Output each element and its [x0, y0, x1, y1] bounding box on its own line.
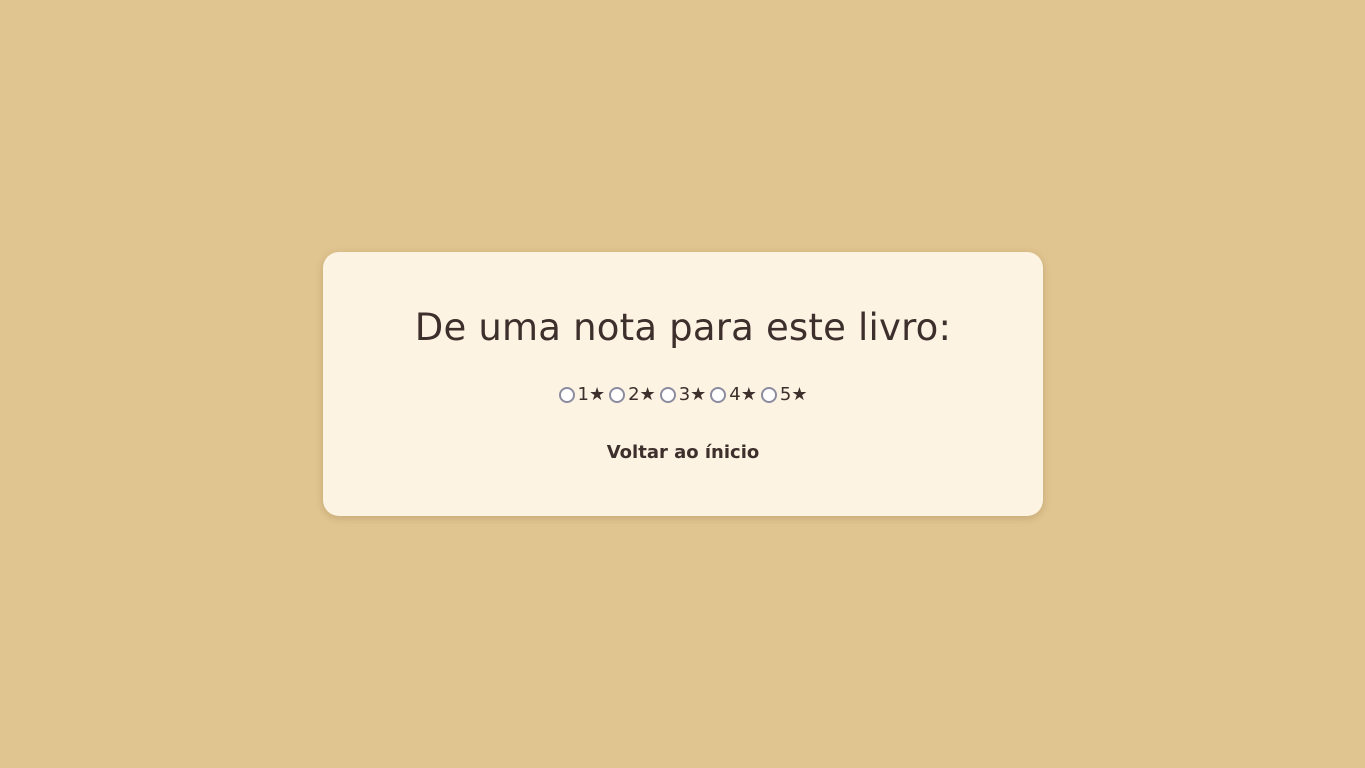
- rating-options: 1★ 2★ 3★ 4★ 5★: [323, 383, 1043, 407]
- rating-label-3: 3★: [678, 384, 707, 405]
- rating-option-2[interactable]: 2★: [609, 383, 656, 407]
- rating-radio-4[interactable]: [710, 387, 727, 403]
- rating-label-2: 2★: [628, 384, 656, 405]
- rating-option-4[interactable]: 4★: [710, 383, 757, 407]
- rating-option-5[interactable]: 5★: [760, 383, 808, 407]
- rating-option-1[interactable]: 1★: [558, 383, 606, 407]
- rating-radio-3[interactable]: [659, 387, 676, 403]
- page-title: De uma nota para este livro:: [414, 306, 952, 349]
- rating-option-3[interactable]: 3★: [659, 383, 707, 407]
- page-background: De uma nota para este livro: 1★ 2★ 3★ 4★…: [0, 0, 1365, 768]
- rating-label-4: 4★: [729, 384, 757, 405]
- rating-radio-5[interactable]: [760, 387, 777, 403]
- rating-radio-2[interactable]: [609, 387, 626, 403]
- rating-radio-1[interactable]: [558, 387, 575, 403]
- rating-card: De uma nota para este livro: 1★ 2★ 3★ 4★…: [323, 252, 1043, 516]
- rating-label-1: 1★: [577, 384, 606, 405]
- rating-label-5: 5★: [779, 384, 808, 405]
- back-to-home-link[interactable]: Voltar ao ínicio: [323, 441, 1043, 465]
